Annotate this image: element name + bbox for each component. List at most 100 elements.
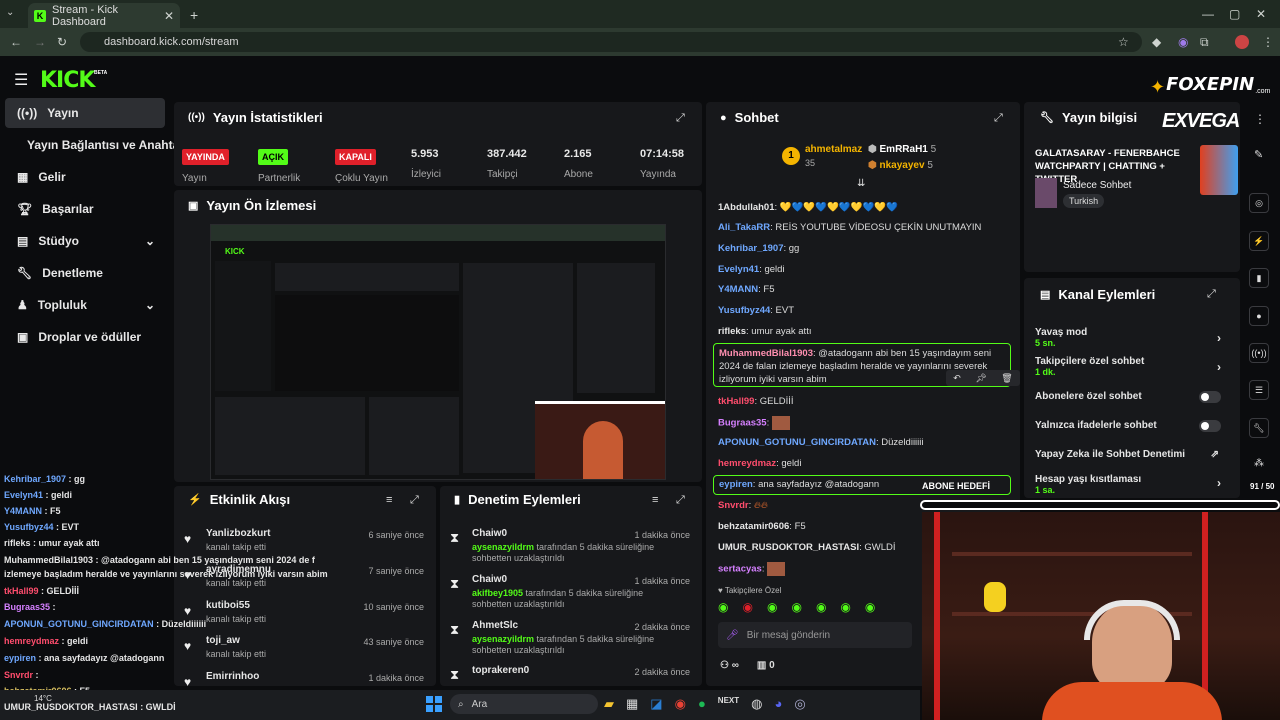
expand-icon[interactable]: ⤢ <box>1207 288 1216 301</box>
chat-username[interactable]: sertacyas <box>718 564 762 575</box>
gifter-name[interactable]: EmRRaH1 <box>880 144 928 155</box>
mic-icon[interactable]: 🎤︎ <box>726 630 739 641</box>
sidebar-item-basarilar[interactable]: 🏆︎ Başarılar <box>5 194 165 224</box>
expand-icon[interactable]: ⤢ <box>676 494 685 507</box>
action-emote-only[interactable]: Yalnızca ifadelerle sohbet <box>1035 420 1225 434</box>
outlook-icon[interactable]: ◪ <box>650 696 662 714</box>
delete-icon[interactable]: 🗑︎ <box>1001 373 1012 384</box>
points-display[interactable]: ⚇ ∞ <box>720 660 739 671</box>
action-follower-chat[interactable]: Takipçilere özel sohbet 1 dk. › <box>1035 356 1225 380</box>
emote-icon[interactable]: ◉ <box>718 600 728 616</box>
chat-username[interactable]: Ali_TakaRR <box>718 222 770 233</box>
mod-moderator[interactable]: akifbey1905 <box>472 588 523 598</box>
action-slow-mode[interactable]: Yavaş mod 5 sn. › <box>1035 327 1225 351</box>
tool-button-6[interactable]: ☰ <box>1249 380 1269 400</box>
tab-list-button[interactable]: ⌄ <box>6 7 20 21</box>
back-icon[interactable]: ← <box>10 36 22 48</box>
tool-button-7[interactable]: 🔧︎ <box>1249 418 1269 438</box>
emote-icon[interactable]: ◉ <box>767 600 777 616</box>
extension-icon[interactable]: ◆ <box>1152 36 1161 48</box>
discord-icon[interactable]: ◕ <box>774 696 782 714</box>
tool-button-1[interactable]: ◎ <box>1249 193 1269 213</box>
profile-avatar[interactable] <box>1235 35 1249 49</box>
taskbar-search[interactable]: ⌕ Ara <box>450 694 598 714</box>
sidebar-item-gelir[interactable]: ▦ Gelir <box>5 162 165 192</box>
chat-username[interactable]: Y4MANN <box>718 284 758 295</box>
sidebar-item-yayin[interactable]: ((•)) Yayın <box>5 98 165 128</box>
tool-button-5[interactable]: ((•)) <box>1249 343 1269 363</box>
spotify-icon[interactable]: ● <box>698 696 706 714</box>
action-account-age[interactable]: Hesap yaşı kısıtlaması 1 sa. › <box>1035 474 1225 496</box>
gifter-name[interactable]: ahmetalmaz <box>805 144 862 155</box>
category-name[interactable]: Sadece Sohbet <box>1063 180 1131 191</box>
filter-icon[interactable]: ≡ <box>652 494 658 506</box>
new-tab-icon[interactable]: + <box>190 8 198 22</box>
chrome-icon[interactable]: ◉ <box>675 696 686 714</box>
emote-icon[interactable]: ◉ <box>791 600 801 616</box>
scroll-down-icon[interactable]: ⇊ <box>857 178 865 189</box>
chat-username[interactable]: APONUN_GOTUNU_GINCIRDATAN <box>718 437 876 448</box>
url-field[interactable]: dashboard.kick.com/stream <box>80 32 1142 52</box>
mod-target[interactable]: Chaiw0 <box>472 574 507 585</box>
reload-icon[interactable]: ↻ <box>57 36 67 48</box>
chat-username[interactable]: tkHall99 <box>718 396 754 407</box>
tool-button-3[interactable]: ▮ <box>1249 268 1269 288</box>
tool-button-4[interactable]: ● <box>1249 306 1269 326</box>
mod-target[interactable]: AhmetSlc <box>472 620 518 631</box>
browser-menu-icon[interactable]: ⋮ <box>1262 36 1274 48</box>
mod-target[interactable]: Chaiw0 <box>472 528 507 539</box>
apps-icon[interactable]: ⁂ <box>1254 458 1264 469</box>
puzzle-icon[interactable]: ⧉ <box>1200 36 1209 48</box>
bookmark-star-icon[interactable]: ☆ <box>1118 36 1129 48</box>
sidebar-item-stream-key[interactable]: Yayın Bağlantısı ve Anahtarı <box>5 130 187 160</box>
chat-username[interactable]: behzatamir0606 <box>718 521 789 532</box>
chat-username[interactable]: rifleks <box>718 326 746 337</box>
sub-only-toggle[interactable] <box>1199 391 1221 403</box>
expand-icon[interactable]: ⤢ <box>676 112 685 125</box>
chat-username[interactable]: eypiren <box>719 479 753 490</box>
steam-icon[interactable]: ◎ <box>794 696 805 714</box>
chat-username[interactable]: hemreydmaz <box>718 458 776 469</box>
chat-username[interactable]: Evelyn41 <box>718 264 759 275</box>
expand-icon[interactable]: ⤢ <box>410 494 419 507</box>
hamburger-icon[interactable]: ☰ <box>14 70 28 90</box>
chat-username[interactable]: Bugraas35 <box>718 418 767 429</box>
minimize-icon[interactable]: — <box>1202 8 1214 20</box>
emote-only-toggle[interactable] <box>1199 420 1221 432</box>
menu-dots-icon[interactable]: ⋮ <box>1254 112 1266 126</box>
chat-input[interactable]: 🎤︎ Bir mesaj gönderin <box>718 622 912 648</box>
action-ai-moderation[interactable]: Yapay Zeka ile Sohbet Denetimi ⇗ <box>1035 449 1225 463</box>
sidebar-item-studyo[interactable]: ▤ Stüdyo ⌄ <box>5 226 165 256</box>
expand-icon[interactable]: ⤢ <box>994 112 1003 125</box>
mod-moderator[interactable]: aysenazyildrm <box>472 634 534 644</box>
sidebar-item-denetleme[interactable]: 🔧︎ Denetleme <box>5 258 165 288</box>
tool-button-2[interactable]: ⚡ <box>1249 231 1269 251</box>
chat-username[interactable]: MuhammedBilal1903 <box>719 348 813 359</box>
mod-moderator[interactable]: aysenazyildrm <box>472 542 534 552</box>
close-window-icon[interactable]: ✕ <box>1256 8 1266 20</box>
pin-icon[interactable]: 📌︎ <box>975 373 986 384</box>
shop-display[interactable]: ▥ 0 <box>757 660 775 671</box>
forward-icon[interactable]: → <box>34 36 46 48</box>
close-tab-icon[interactable]: ✕ <box>164 10 174 22</box>
gifter-name[interactable]: nkayayev <box>880 160 925 171</box>
chat-username[interactable]: 1Abdullah01 <box>718 202 775 213</box>
sidebar-item-topluluk[interactable]: ♟ Topluluk ⌄ <box>5 290 165 320</box>
mod-target[interactable]: toprakeren0 <box>472 665 529 676</box>
chat-username[interactable]: UMUR_RUSDOKTOR_HASTASI <box>718 542 859 553</box>
store-icon[interactable]: ▦ <box>626 696 638 714</box>
emote-icon[interactable]: ◉ <box>840 600 850 616</box>
filter-icon[interactable]: ≡ <box>386 494 392 506</box>
edit-pencil-icon[interactable]: ✎ <box>1254 148 1263 161</box>
sidebar-item-droplar[interactable]: ▣ Droplar ve ödüller <box>5 322 165 352</box>
kick-logo[interactable]: KICK <box>40 68 95 93</box>
extension-2-icon[interactable]: ◉ <box>1178 36 1188 48</box>
github-icon[interactable]: ◍ <box>751 696 762 714</box>
maximize-icon[interactable]: ▢ <box>1229 8 1240 20</box>
next-app-icon[interactable]: NEXT <box>718 696 739 714</box>
reply-icon[interactable]: ↶ <box>953 373 961 384</box>
chat-username[interactable]: Yusufbyz44 <box>718 305 770 316</box>
preview-video[interactable]: KICK <box>210 224 666 480</box>
emote-icon[interactable]: ◉ <box>742 600 752 616</box>
emote-icon[interactable]: ◉ <box>816 600 826 616</box>
